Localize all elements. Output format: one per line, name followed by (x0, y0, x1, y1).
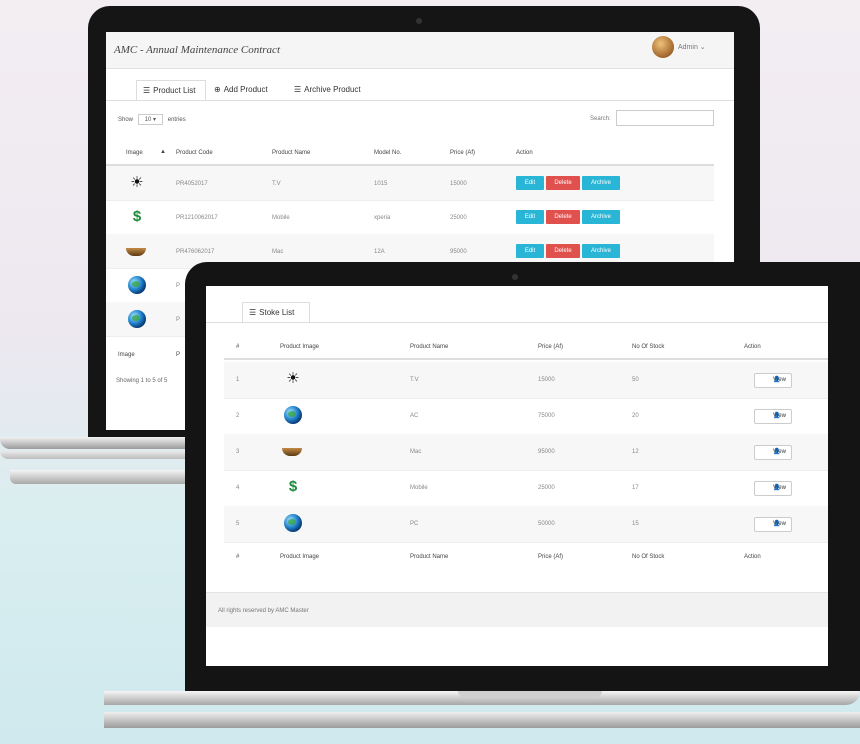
table-row: ☀ PR4052017 T.V 1015 15000 Edit Delete A… (106, 166, 714, 201)
archive-icon: ☰ (294, 85, 302, 94)
table-footer: Image P (118, 352, 181, 358)
tab-product-list[interactable]: ☰ Product List (136, 80, 206, 100)
table-row: 4 $ Mobile 25000 17 👤 View (224, 470, 828, 507)
sort-asc-icon: ▲ (160, 149, 166, 155)
mac-icon (282, 442, 302, 460)
app-title: AMC - Annual Maintenance Contract (114, 44, 280, 56)
col-model-no[interactable]: Model No. (374, 150, 401, 156)
front-laptop-camera (512, 274, 518, 280)
col-product-name[interactable]: Product Name (272, 150, 310, 156)
globe-icon (284, 406, 302, 424)
list-icon: ☰ (143, 86, 151, 95)
add-circle-icon: ⊕ (214, 85, 221, 94)
edit-button[interactable]: Edit (516, 176, 544, 190)
mobile-icon: $ (288, 478, 298, 495)
col-product-code[interactable]: Product Code (176, 150, 213, 156)
entries-control: Show 10 ▾ entries (118, 114, 186, 125)
globe-icon (284, 514, 302, 532)
product-table-header: Image ▲ Product Code Product Name Model … (106, 144, 714, 166)
front-laptop-notch (458, 691, 602, 698)
delete-button[interactable]: Delete (546, 210, 580, 224)
front-screen: ☰ Stoke List # Product Image Product Name… (206, 286, 828, 666)
table-row: 1 ☀ T.V 15000 50 👤 View (224, 362, 828, 399)
edit-button[interactable]: Edit (516, 210, 544, 224)
list-icon: ☰ (249, 308, 257, 317)
table-row: 5 PC 50000 15 👤 View (224, 506, 828, 543)
stock-table-footer: # Product Image Product Name Price (Af) … (236, 554, 761, 560)
tab-divider (106, 100, 734, 101)
delete-button[interactable]: Delete (546, 244, 580, 258)
showing-info: Showing 1 to 5 of 5 (116, 378, 168, 384)
view-button[interactable]: 👤 View (754, 481, 792, 496)
stock-table-header: # Product Image Product Name Price (Af) … (224, 336, 828, 360)
view-button[interactable]: 👤 View (754, 409, 792, 424)
archive-button[interactable]: Archive (582, 244, 620, 258)
search-label: Search: (590, 116, 611, 122)
tab-archive-product[interactable]: ☰ Archive Product (288, 80, 378, 100)
archive-button[interactable]: Archive (582, 210, 620, 224)
tv-icon: ☀ (286, 370, 300, 387)
copyright-text: All rights reserved by AMC Master (218, 608, 309, 614)
avatar[interactable] (652, 36, 674, 58)
edit-button[interactable]: Edit (516, 244, 544, 258)
view-button[interactable]: 👤 View (754, 445, 792, 460)
back-laptop-base-edge (10, 470, 190, 484)
tab-stoke-list[interactable]: ☰ Stoke List (242, 302, 310, 322)
front-laptop-base-lower (104, 712, 860, 728)
col-action: Action (516, 150, 533, 156)
mobile-icon: $ (132, 208, 142, 225)
entries-select[interactable]: 10 ▾ (137, 114, 164, 125)
globe-icon (128, 276, 146, 294)
col-price[interactable]: Price (Af) (450, 150, 475, 156)
tab-divider (206, 322, 828, 323)
search-input[interactable] (616, 110, 714, 126)
user-menu[interactable]: Admin ⌄ (678, 43, 706, 51)
tab-add-product[interactable]: ⊕ Add Product (208, 80, 286, 100)
table-row: 2 AC 75000 20 👤 View (224, 398, 828, 435)
tv-icon: ☀ (130, 174, 144, 191)
col-image[interactable]: Image (126, 150, 143, 156)
globe-icon (128, 310, 146, 328)
view-button[interactable]: 👤 View (754, 517, 792, 532)
view-button[interactable]: 👤 View (754, 373, 792, 388)
archive-button[interactable]: Archive (582, 176, 620, 190)
table-row: $ PR1210062017 Mobile xperia 25000 Edit … (106, 200, 714, 235)
back-laptop-camera (416, 18, 422, 24)
table-row: 3 Mac 95000 12 👤 View (224, 434, 828, 471)
mac-icon (126, 242, 146, 260)
delete-button[interactable]: Delete (546, 176, 580, 190)
